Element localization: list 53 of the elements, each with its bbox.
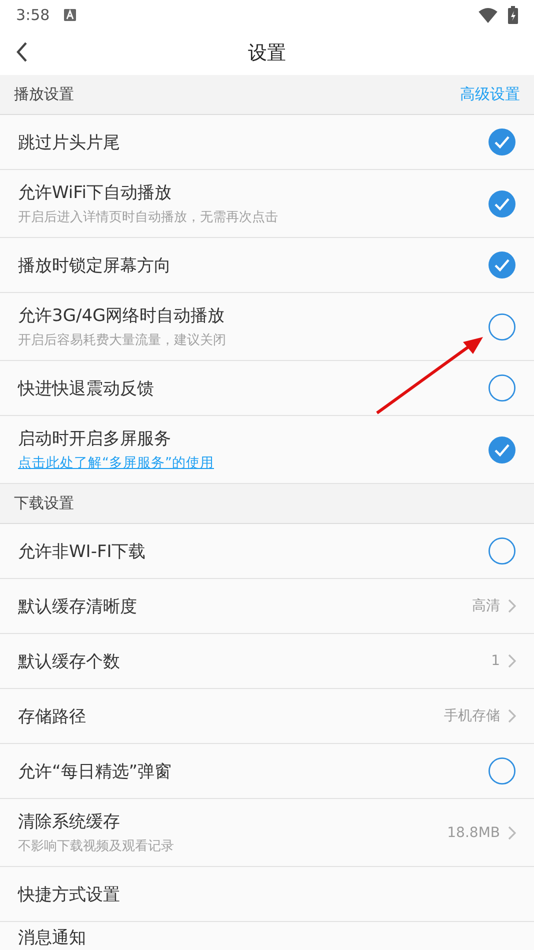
row-value: 手机存储 xyxy=(444,707,500,725)
checkbox[interactable] xyxy=(488,312,516,340)
row-label: 允许“每日精选”弹窗 xyxy=(18,760,173,782)
row-value: 高清 xyxy=(472,597,500,615)
settings-row[interactable]: 快捷方式设置 xyxy=(0,867,534,922)
page-title: 设置 xyxy=(248,40,286,66)
settings-row[interactable]: 允许非WI-FI下载 xyxy=(0,524,534,579)
row-label: 默认缓存清晰度 xyxy=(18,596,138,618)
row-label: 允许3G/4G网络时自动播放 xyxy=(18,305,226,327)
settings-row[interactable]: 存储路径 手机存储 xyxy=(0,689,534,744)
row-label: 快进快退震动反馈 xyxy=(18,378,155,400)
row-label: 存储路径 xyxy=(18,706,87,728)
chevron-icon xyxy=(508,826,516,840)
settings-row[interactable]: 允许WiFi下自动播放 开启后进入详情页时自动播放，无需再次点击 xyxy=(0,170,534,238)
row-value: 1 xyxy=(491,653,500,669)
checkbox[interactable] xyxy=(488,757,516,785)
checked-checkbox[interactable] xyxy=(488,128,516,156)
settings-row[interactable]: 播放时锁定屏幕方向 xyxy=(0,238,534,293)
row-label: 播放时锁定屏幕方向 xyxy=(18,254,172,276)
checked-checkbox[interactable] xyxy=(488,251,516,279)
section-title: 下载设置 xyxy=(14,494,74,513)
status-time: 3:58 xyxy=(16,6,50,24)
settings-row[interactable]: 默认缓存清晰度 高清 xyxy=(0,579,534,634)
settings-row[interactable]: 快进快退震动反馈 xyxy=(0,361,534,416)
notification-icon xyxy=(64,9,76,21)
checkbox[interactable] xyxy=(488,537,516,565)
checkbox[interactable] xyxy=(488,374,516,402)
row-value: 18.8MB xyxy=(447,824,500,840)
wifi-icon xyxy=(478,8,498,22)
checked-checkbox[interactable] xyxy=(488,436,516,464)
row-label: 快捷方式设置 xyxy=(18,884,121,906)
section-title: 播放设置 xyxy=(14,85,74,104)
back-icon[interactable] xyxy=(16,42,28,62)
row-label: 消息通知 xyxy=(18,928,87,948)
row-description: 开启后进入详情页时自动播放，无需再次点击 xyxy=(18,209,279,226)
checked-checkbox[interactable] xyxy=(488,190,516,218)
row-label: 允许非WI-FI下载 xyxy=(18,540,147,562)
row-description: 开启后容易耗费大量流量，建议关闭 xyxy=(18,332,227,349)
row-label: 清除系统缓存 xyxy=(18,811,121,833)
row-label: 跳过片头片尾 xyxy=(18,132,121,154)
settings-row[interactable]: 跳过片头片尾 xyxy=(0,115,534,170)
chevron-icon xyxy=(508,599,516,613)
settings-row[interactable]: 清除系统缓存 不影响下载视频及观看记录 18.8MB xyxy=(0,799,534,867)
settings-row[interactable]: 默认缓存个数 1 xyxy=(0,634,534,689)
settings-row[interactable]: 允许“每日精选”弹窗 xyxy=(0,744,534,799)
row-label: 允许WiFi下自动播放 xyxy=(18,182,172,204)
settings-row[interactable]: 消息通知 xyxy=(0,922,534,950)
chevron-icon xyxy=(508,654,516,668)
battery-icon xyxy=(508,6,518,24)
row-label: 启动时开启多屏服务 xyxy=(18,428,172,450)
row-label: 默认缓存个数 xyxy=(18,650,121,672)
row-description: 不影响下载视频及观看记录 xyxy=(18,838,175,855)
chevron-icon xyxy=(508,709,516,723)
